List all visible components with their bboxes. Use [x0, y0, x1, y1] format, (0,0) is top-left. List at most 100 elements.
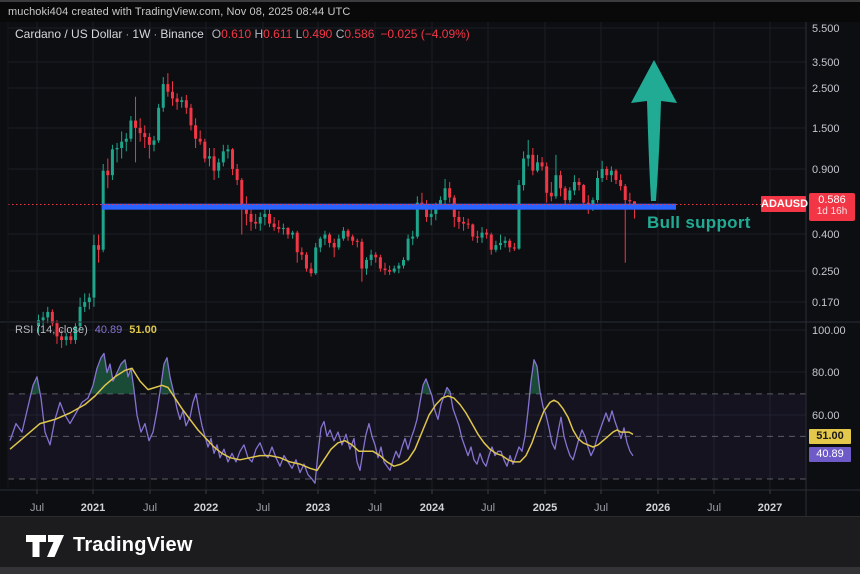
candle: [97, 235, 100, 263]
tradingview-brand-text: TradingView: [73, 534, 193, 557]
candle: [323, 231, 326, 245]
candle: [536, 155, 539, 173]
candle: [388, 266, 391, 275]
candle: [157, 104, 160, 143]
tradingview-brand[interactable]: TradingView: [26, 534, 193, 557]
candle: [578, 178, 581, 190]
candle: [143, 125, 146, 148]
svg-text:0.900: 0.900: [812, 164, 840, 176]
svg-text:60.00: 60.00: [812, 410, 840, 422]
legend-separator: ·: [150, 27, 160, 41]
candle: [162, 77, 165, 112]
candle: [310, 263, 313, 277]
candle: [273, 217, 276, 231]
price-axis[interactable]: 5.5003.5002.5001.5000.9000.4000.2500.170…: [812, 23, 846, 422]
candle: [199, 130, 202, 144]
svg-text:Jul: Jul: [256, 502, 270, 514]
candle: [180, 97, 183, 108]
svg-text:2025: 2025: [533, 502, 557, 514]
candle: [527, 140, 530, 167]
candle: [605, 166, 608, 180]
candle: [615, 169, 618, 184]
candle: [476, 231, 479, 243]
bull-support-annotation[interactable]: Bull support: [647, 213, 751, 233]
candle: [319, 237, 322, 253]
candle: [194, 118, 197, 148]
candle: [462, 217, 465, 231]
candle: [217, 159, 220, 178]
candle: [46, 307, 49, 323]
rsi-band: [8, 394, 806, 479]
candle: [481, 227, 484, 243]
candle: [222, 145, 225, 167]
symbol-price-tag: ADAUSD: [761, 196, 806, 212]
candle: [129, 116, 132, 142]
candlestick-series: [37, 73, 636, 348]
svg-text:Jul: Jul: [368, 502, 382, 514]
candle: [619, 174, 622, 190]
rsi-legend[interactable]: RSI (14, close)40.8951.00: [15, 324, 157, 336]
candle: [166, 73, 169, 97]
candle: [139, 118, 142, 141]
candle: [92, 235, 95, 307]
candle: [550, 182, 553, 201]
low-value: 0.490: [302, 27, 332, 41]
symbol-legend[interactable]: Cardano / US Dollar·1W·BinanceO0.610 H0.…: [15, 27, 470, 41]
candle: [568, 187, 571, 202]
candle: [425, 200, 428, 222]
time-axis[interactable]: Jul2021Jul2022Jul2023Jul2024Jul2025Jul20…: [30, 490, 782, 514]
svg-text:2023: 2023: [306, 502, 330, 514]
change-value: −0.025 (−4.09%): [380, 27, 469, 41]
svg-text:Jul: Jul: [143, 502, 157, 514]
price-and-rsi-chart[interactable]: 5.5003.5002.5001.5000.9000.4000.2500.170…: [0, 0, 860, 574]
svg-text:0.250: 0.250: [812, 266, 840, 278]
svg-text:2.500: 2.500: [812, 83, 840, 95]
candle: [282, 224, 285, 235]
open-value: 0.610: [221, 27, 251, 41]
candle: [347, 229, 350, 241]
candle: [504, 237, 507, 248]
candle: [236, 164, 239, 185]
candle: [291, 231, 294, 239]
candle: [453, 195, 456, 227]
candle: [379, 255, 382, 272]
current-price-axis-label: 0.586 1d 16h: [809, 193, 855, 221]
svg-text:5.500: 5.500: [812, 23, 840, 35]
attribution-text: muchoki404 created with TradingView.com,…: [8, 6, 350, 18]
svg-text:100.00: 100.00: [812, 325, 846, 337]
candle: [300, 247, 303, 260]
candle: [337, 235, 340, 250]
svg-text:2027: 2027: [758, 502, 782, 514]
candle: [185, 95, 188, 114]
candle: [125, 133, 128, 151]
exchange-label[interactable]: Binance: [160, 27, 203, 41]
bull-support-text: Bull support: [647, 213, 751, 232]
candle: [208, 148, 211, 166]
rsi-ma-badge-value: 51.00: [816, 430, 844, 442]
candle: [490, 233, 493, 255]
footer-bottom-strip: [0, 567, 860, 574]
candle: [457, 211, 460, 229]
candle: [397, 263, 400, 274]
candle: [596, 171, 599, 203]
candle: [559, 171, 562, 197]
current-price-value: 0.586: [809, 194, 855, 206]
candle: [351, 235, 354, 246]
rsi-ma-value: 51.00: [129, 324, 157, 336]
candle: [88, 293, 91, 309]
candle: [554, 155, 557, 199]
rsi-ma-axis-badge: 51.00: [809, 429, 851, 444]
candle: [305, 252, 308, 271]
interval-label[interactable]: 1W: [132, 27, 150, 41]
symbol-title[interactable]: Cardano / US Dollar: [15, 27, 122, 41]
candle: [171, 81, 174, 106]
candle: [277, 220, 280, 232]
rsi-title[interactable]: RSI (14, close): [15, 324, 88, 336]
attribution-bar: muchoki404 created with TradingView.com,…: [0, 0, 860, 22]
bull-arrow-drawing[interactable]: [631, 60, 677, 201]
candle: [83, 293, 86, 312]
candle: [624, 184, 627, 263]
candle: [259, 212, 262, 230]
svg-text:1.500: 1.500: [812, 123, 840, 135]
rsi-badge-value: 40.89: [816, 448, 844, 460]
